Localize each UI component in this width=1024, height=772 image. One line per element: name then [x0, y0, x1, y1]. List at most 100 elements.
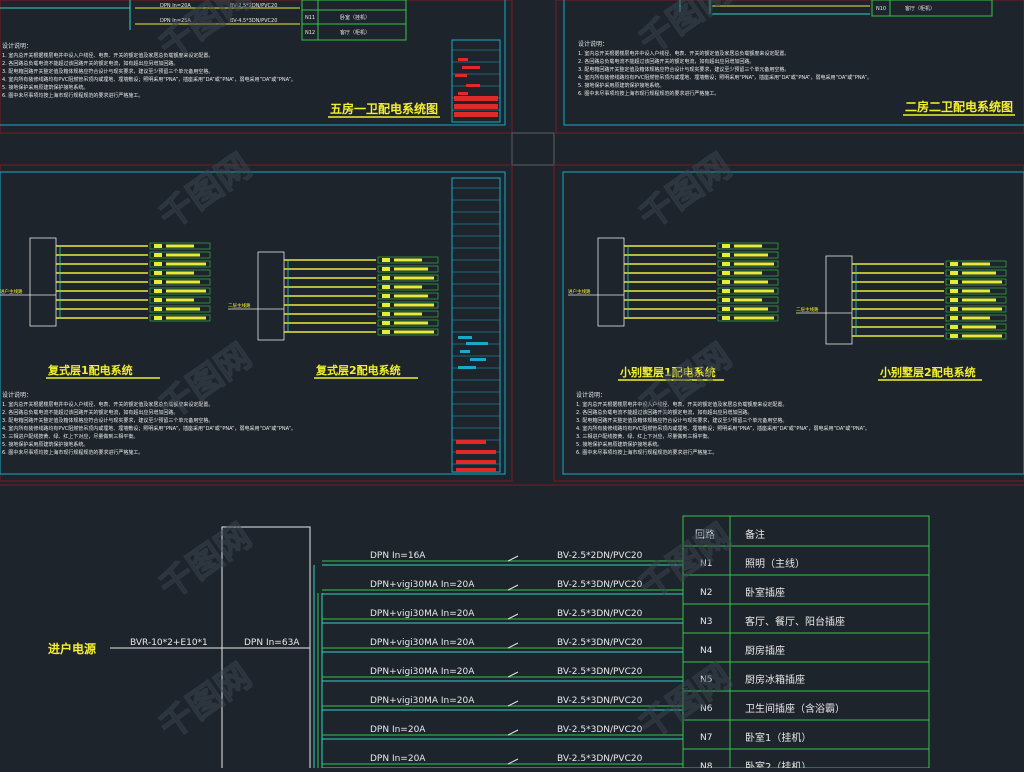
mini-circuit-desc: [734, 316, 774, 320]
cable-label: BV-2.5*3DN/PVC20: [557, 667, 643, 677]
mini-circuit-desc: [394, 321, 428, 325]
note-line: 5. 接地保护采用原建筑保护接地系统。: [576, 441, 662, 448]
breaker-switch-symbol: [507, 671, 519, 678]
title-block-stamp: [456, 450, 496, 454]
cable-label: BV-2.5*2DN/PVC20: [557, 551, 643, 561]
title-block-strip: [451, 177, 501, 473]
mini-circuit-no: [950, 280, 958, 284]
mini-circuit-desc: [394, 330, 434, 334]
circuit-no: N7: [700, 733, 712, 743]
note-line: 6. 图中未尽事项均按上海市现行规程规范的要求进行严格施工。: [576, 449, 717, 456]
circuit-no: N12: [305, 30, 315, 36]
cable-label: BV-2.5*3DN/PVC20: [557, 580, 643, 590]
mini-incoming-label: 二层主线路: [228, 302, 251, 309]
breaker-switch-symbol: [507, 642, 519, 649]
mini-incoming-label: 二层主线路: [796, 306, 819, 313]
circuit-desc: 厨房插座: [745, 644, 785, 657]
mini-circuit-desc: [166, 244, 194, 248]
mini-circuit-no: [382, 285, 390, 289]
panel-title: 二房二卫配电系统图: [905, 99, 1013, 114]
mini-circuit-no: [382, 312, 390, 316]
mini-diagram: 进户主线路: [568, 237, 779, 327]
mini-incoming-label: 进户主线路: [568, 288, 591, 295]
mini-circuit-no: [950, 298, 958, 302]
mini-circuit-desc: [734, 298, 762, 302]
main-breaker-label: DPN In=63A: [244, 638, 300, 648]
mini-circuit-desc: [166, 298, 194, 302]
title-block-stamp: [456, 468, 496, 472]
circuit-desc: 客厅、餐厅、阳台插座: [745, 615, 845, 628]
note-line: 2. 各回路总负载电流不能超过该回路开关的额定电流，如有超出应另增加回路。: [578, 58, 754, 65]
title-block-strip: [451, 39, 501, 123]
title-block-stamp: [454, 96, 498, 101]
table-header-remark: 备注: [745, 528, 765, 541]
mini-circuit-no: [154, 289, 162, 293]
cable-label: BV-2.5*3DN/PVC20: [557, 696, 643, 706]
circuit-row: DPN+vigi30MA In=20A BV-2.5*3DN/PVC20 N3 客厅、…: [322, 603, 929, 628]
breaker-label: DPN In=20A: [370, 725, 426, 735]
note-line: 2. 各回路总负载电流不能超过该回路开关的额定电流，如有超出应另增加回路。: [2, 409, 178, 416]
mini-circuit-desc: [734, 289, 774, 293]
watermark-text: 千图网: [632, 656, 738, 747]
mini-circuit-no: [950, 316, 958, 320]
mini-circuit-no: [154, 244, 162, 248]
mini-circuit-no: [382, 294, 390, 298]
mini-circuit-no: [722, 271, 730, 275]
mini-circuit-desc: [962, 298, 996, 302]
mini-circuit-desc: [166, 271, 194, 275]
mini-circuit-desc: [734, 253, 768, 257]
mini-circuit-desc: [734, 280, 768, 284]
mini-circuit-desc: [394, 276, 434, 280]
panel-two-room-two-bath: N10 客厅（柜机） 设计说明： 1. 室内总开关根据楼层电井中设入户线径、电表…: [578, 0, 1015, 116]
mini-circuit-desc: [166, 307, 200, 311]
circuit-desc: 客厅（柜机）: [340, 29, 370, 36]
note-line: 1. 室内总开关根据楼层电井中设入户线径、电表、开关的额定值及家居总负载额度来设…: [578, 50, 789, 57]
mini-circuit-desc: [394, 303, 434, 307]
circuit-no: N3: [700, 617, 712, 627]
circuit-no: N8: [700, 762, 713, 768]
note-line: 2. 各回路总负载电流不能超过该回路开关的额定电流，如有超出应另增加回路。: [2, 60, 178, 67]
mini-distribution-diagrams: 进户主线路二层主线路 进户主线路二层主线路: [0, 237, 1007, 345]
mini-distribution-box: [29, 237, 57, 327]
title-block-mark: [458, 336, 472, 339]
mini-circuit-desc: [962, 271, 996, 275]
mini-circuit-no: [722, 289, 730, 293]
mini-distribution-box: [825, 255, 853, 345]
watermark-text: 千图网: [632, 146, 738, 237]
circuit-row: DPN In=20A BV-2.5*3DN/PVC20 N8 卧室2（挂机）: [322, 748, 929, 772]
mini-circuit-desc: [166, 253, 200, 257]
mini-circuit-desc: [734, 271, 762, 275]
circuit-row: DPN+vigi30MA In=20A BV-2.5*3DN/PVC20N6 卫生间…: [322, 690, 929, 715]
mini-circuit-desc: [734, 244, 762, 248]
mini-circuit-desc: [166, 316, 206, 320]
breaker-label: DPN+vigi30MA In=20A: [370, 667, 475, 677]
breaker-label: DPN+vigi30MA In=20A: [370, 580, 475, 590]
mini-circuit-no: [722, 280, 730, 284]
watermark-text: 千图网: [152, 516, 258, 607]
title-block-frame: [451, 39, 501, 123]
note-line: 4. 室内所有装修线路均有PVC阻燃管吊顶内或埋地、埋墙敷设；照明采用“PNA”…: [2, 76, 296, 83]
mini-circuit-desc: [166, 289, 206, 293]
mini-circuit-desc: [734, 307, 768, 311]
mini-circuit-desc: [962, 289, 990, 293]
panel-title: 复式层1配电系统: [47, 363, 133, 377]
panel-title: 五房一卫配电系统图: [330, 101, 438, 116]
note-line: 5. 接地保护采用原建筑保护接地系统。: [2, 441, 88, 448]
note-line: 3. 配电箱回路开关整定值及箱体规格应符合设计与现实要求，建议至少预留三个单元备…: [578, 66, 789, 73]
circuit-row: DPN In=20A BV-2.5*3DN/PVC20 N7 卧室1（挂机）: [322, 719, 929, 744]
breaker-label: DPN+vigi30MA In=20A: [370, 638, 475, 648]
title-block-stamp: [462, 66, 480, 69]
title-block-stamp: [466, 84, 480, 87]
mini-circuit-desc: [962, 307, 1002, 311]
circuit-desc: 卧室1（挂机）: [745, 731, 811, 744]
notes-heading: 设计说明：: [2, 391, 32, 399]
cable-label: BV-2.5*3DN/PVC20: [557, 725, 643, 735]
breaker-switch-symbol: [507, 700, 519, 707]
breaker-switch-symbol: [507, 555, 519, 562]
mini-circuit-no: [722, 262, 730, 266]
title-block-mark: [460, 350, 470, 353]
mini-circuit-desc: [394, 258, 422, 262]
circuit-no: N10: [876, 6, 886, 12]
breaker-switch-symbol: [507, 613, 519, 620]
drawing-canvas: DPN In=20A BV-2.5*2DN/PVC20 DPN In=25A B…: [0, 0, 1024, 772]
